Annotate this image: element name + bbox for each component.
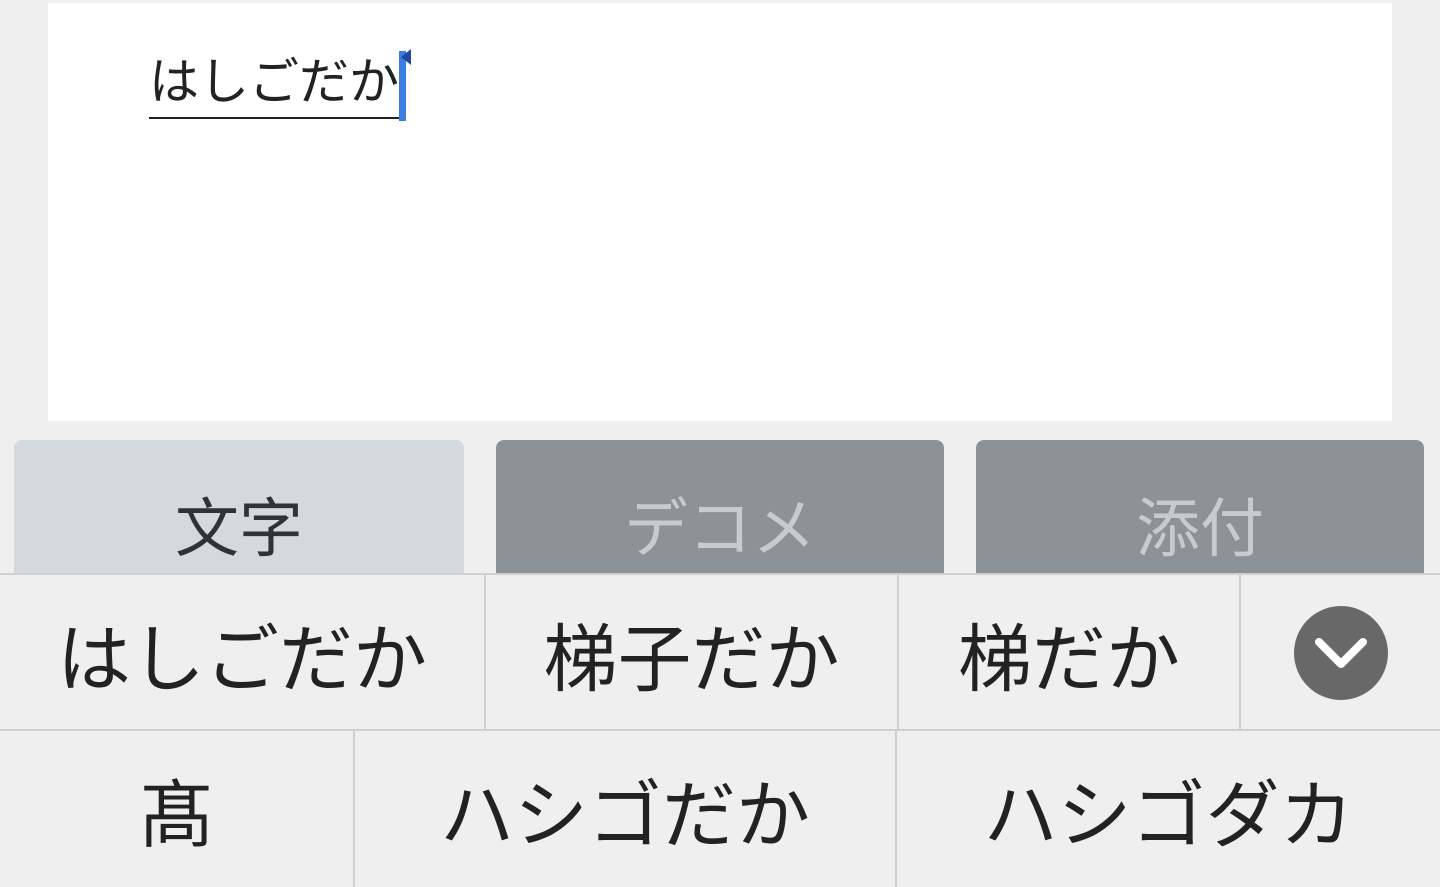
composing-text: はしごだか	[149, 53, 399, 111]
candidate-item[interactable]: 髙	[0, 731, 355, 887]
candidate-item[interactable]: はしごだか	[0, 575, 486, 731]
text-cursor-icon[interactable]	[399, 49, 411, 121]
candidate-item[interactable]: ハシゴだか	[355, 731, 897, 887]
input-mode-tabs: 文字 デコメ 添付	[0, 440, 1440, 580]
expand-candidates-button[interactable]	[1241, 575, 1440, 731]
tab-attach[interactable]: 添付	[976, 440, 1424, 580]
conversion-candidate-bar: はしごだか 梯子だか 梯だか 髙 ハシゴだか ハシゴダカ	[0, 573, 1440, 887]
cursor-handle[interactable]	[401, 49, 411, 65]
message-text-area[interactable]: はしごだか	[48, 3, 1392, 421]
chevron-down-icon	[1293, 606, 1388, 700]
candidate-item[interactable]: 梯子だか	[486, 575, 899, 731]
tab-text[interactable]: 文字	[14, 440, 464, 580]
composing-text-line[interactable]: はしごだか	[149, 47, 411, 121]
candidate-item[interactable]: 梯だか	[899, 575, 1241, 731]
candidate-item[interactable]: ハシゴダカ	[897, 731, 1440, 887]
tab-decome[interactable]: デコメ	[496, 440, 944, 580]
candidate-row-1: はしごだか 梯子だか 梯だか	[0, 573, 1440, 731]
candidate-row-2: 髙 ハシゴだか ハシゴダカ	[0, 729, 1440, 887]
